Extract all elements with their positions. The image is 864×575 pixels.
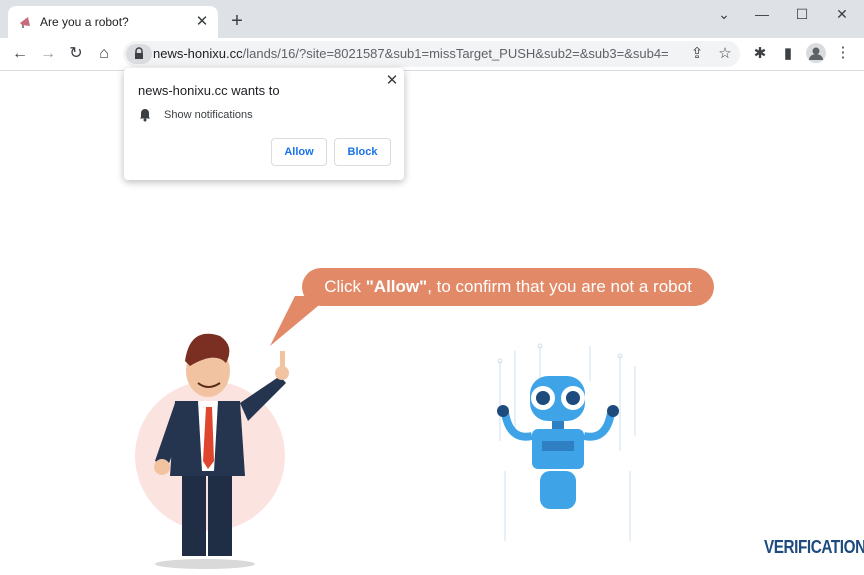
extensions-icon[interactable]: ✱ <box>750 44 770 64</box>
bubble-text-suffix: , to confirm that you are not a robot <box>427 277 692 296</box>
new-tab-button[interactable]: + <box>228 11 246 31</box>
bookmark-star-icon[interactable]: ☆ <box>715 44 735 64</box>
notification-permission-popup: news-honixu.cc wants to ✕ Show notificat… <box>124 68 404 180</box>
share-icon[interactable]: ⇪ <box>687 44 707 64</box>
tab-close-icon[interactable]: ✕ <box>192 12 212 32</box>
url-path: /lands/16/?site=8021587&sub1=missTarget_… <box>242 46 669 61</box>
lock-icon[interactable] <box>126 44 152 64</box>
back-button[interactable]: ← <box>10 44 30 64</box>
block-button[interactable]: Block <box>334 138 391 166</box>
close-window-button[interactable]: ✕ <box>822 6 862 26</box>
address-bar[interactable]: news-honixu.cc/lands/16/?site=8021587&su… <box>123 41 740 67</box>
url-text[interactable]: news-honixu.cc/lands/16/?site=8021587&su… <box>153 46 669 61</box>
reload-button[interactable]: ↻ <box>66 44 86 64</box>
allow-button[interactable]: Allow <box>271 138 327 166</box>
megaphone-icon <box>20 17 30 28</box>
verification-logo: VERIFICATION <box>764 537 864 557</box>
bubble-text-prefix: Click <box>324 277 366 296</box>
robot-illustration <box>497 343 636 541</box>
speech-bubble: Click "Allow", to confirm that you are n… <box>302 268 714 306</box>
minimize-icon[interactable]: ⌄ <box>704 6 744 26</box>
tab-strip: Are you a robot? ✕ + ⌄ — ☐ ✕ <box>0 0 864 38</box>
permission-item: Show notifications <box>164 109 253 121</box>
popup-close-icon[interactable]: ✕ <box>384 71 400 89</box>
tab-active[interactable]: Are you a robot? ✕ <box>8 6 218 38</box>
tab-title: Are you a robot? <box>40 15 129 29</box>
home-button[interactable]: ⌂ <box>94 44 114 64</box>
maximize-window-button[interactable]: ☐ <box>782 6 822 26</box>
side-panel-icon[interactable]: ▮ <box>778 44 798 64</box>
url-host: news-honixu.cc <box>153 46 243 61</box>
profile-avatar[interactable] <box>806 43 826 63</box>
browser-chrome: Are you a robot? ✕ + ⌄ — ☐ ✕ ← → ↻ ⌂ new… <box>0 0 864 71</box>
businessman-illustration <box>135 333 289 569</box>
bell-icon <box>140 109 150 122</box>
minimize-window-button[interactable]: — <box>742 6 782 26</box>
forward-button[interactable]: → <box>38 44 58 64</box>
bubble-text-bold: "Allow" <box>365 277 428 296</box>
toolbar: ← → ↻ ⌂ news-honixu.cc/lands/16/?site=80… <box>0 38 864 71</box>
menu-icon[interactable]: ⋮ <box>833 43 853 63</box>
popup-title: news-honixu.cc wants to <box>138 83 280 98</box>
